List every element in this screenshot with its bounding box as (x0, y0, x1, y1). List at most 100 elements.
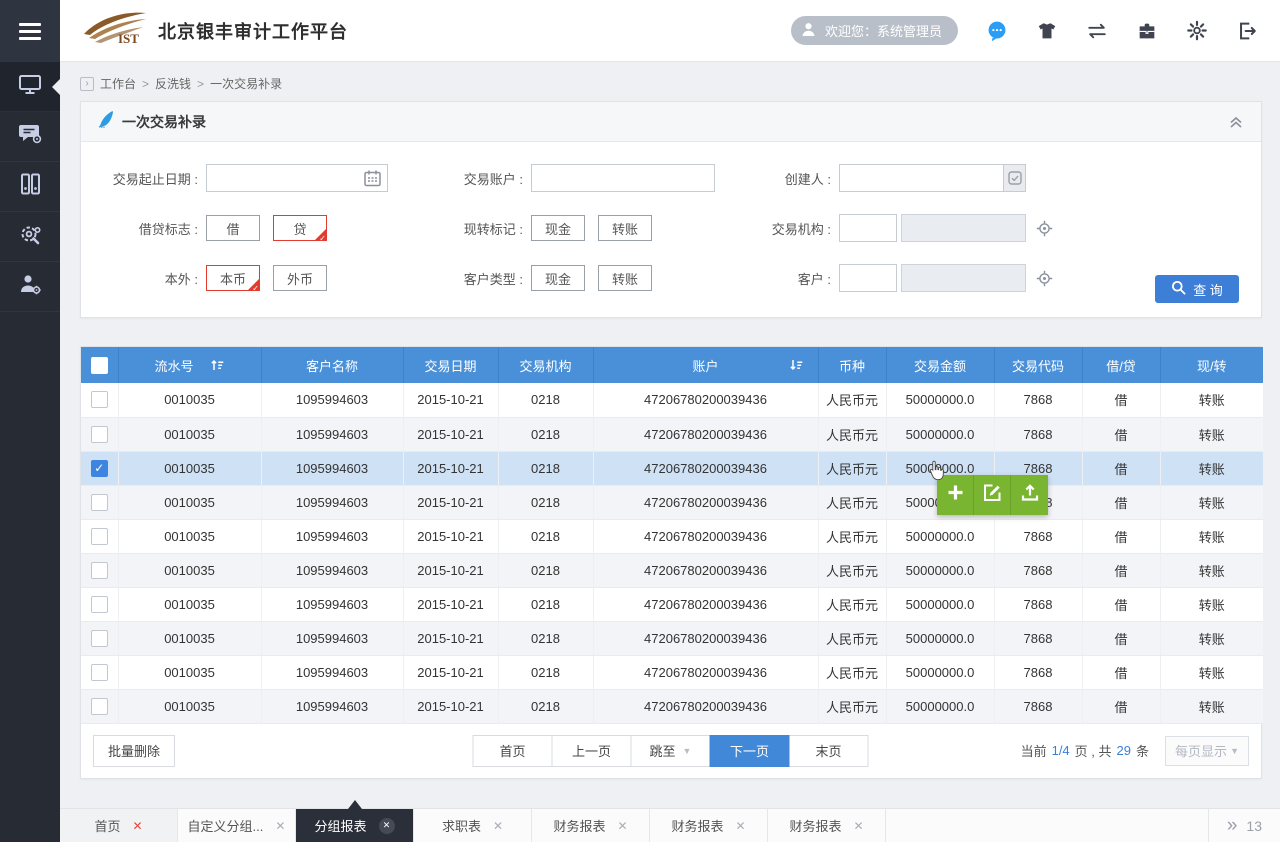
user-welcome-badge[interactable]: 欢迎您：系统管理员 (791, 16, 958, 45)
creator-input[interactable] (839, 164, 1004, 192)
tab-close-icon[interactable]: ✕ (132, 819, 142, 833)
collapse-chevrons-icon[interactable] (1227, 114, 1245, 130)
sort-descending-icon[interactable] (789, 358, 804, 372)
tab-分组报表[interactable]: 分组报表✕ (296, 809, 414, 842)
archive-binders-icon (18, 172, 42, 201)
batch-delete-button[interactable]: 批量删除 (93, 735, 175, 767)
first-page-button[interactable]: 首页 (473, 735, 553, 767)
feather-icon (97, 110, 114, 133)
row-checkbox[interactable] (91, 630, 108, 647)
edit-row-button[interactable] (974, 475, 1011, 515)
table-cell: 0010035 (118, 519, 261, 553)
table-row[interactable]: 001003510959946032015-10-210218472067802… (81, 689, 1263, 723)
table-cell: 47206780200039436 (593, 621, 818, 655)
select-all-checkbox[interactable] (91, 357, 108, 374)
tab-close-icon[interactable]: ✕ (617, 819, 627, 833)
row-checkbox[interactable] (91, 494, 108, 511)
sort-ascending-icon[interactable] (210, 358, 225, 372)
logout-icon[interactable] (1236, 20, 1258, 42)
date-range-input[interactable] (206, 164, 388, 192)
tab-close-icon[interactable]: ✕ (493, 819, 503, 833)
search-button[interactable]: 查 询 (1155, 275, 1239, 303)
customer-picker-crosshair-icon[interactable] (1036, 270, 1053, 287)
row-checkbox[interactable] (91, 698, 108, 715)
table-row[interactable]: 001003510959946032015-10-210218472067802… (81, 417, 1263, 451)
next-page-button[interactable]: 下一页 (710, 735, 790, 767)
trade-account-input[interactable] (531, 164, 715, 192)
table-cell: 人民币元 (818, 485, 886, 519)
org-picker-crosshair-icon[interactable] (1036, 220, 1053, 237)
breadcrumb-item-aml[interactable]: 反洗钱 (155, 75, 191, 92)
local-currency-toggle[interactable]: 本币✓ (206, 265, 260, 291)
sidebar-item-workspace[interactable] (0, 62, 60, 112)
table-row[interactable]: 001003510959946032015-10-210218472067802… (81, 655, 1263, 689)
upload-row-button[interactable] (1011, 475, 1048, 515)
customer-transfer-toggle[interactable]: 转账 (598, 265, 652, 291)
sidebar-item-user-management[interactable] (0, 262, 60, 312)
tab-财务报表[interactable]: 财务报表✕ (532, 809, 650, 842)
add-row-button[interactable] (937, 475, 974, 515)
tab-close-icon[interactable]: ✕ (275, 819, 285, 833)
table-row[interactable]: 001003510959946032015-10-210218472067802… (81, 621, 1263, 655)
table-row[interactable]: ✓001003510959946032015-10-21021847206780… (81, 451, 1263, 485)
calendar-icon[interactable] (363, 169, 382, 193)
column-header-2: 交易日期 (403, 347, 498, 383)
tab-财务报表[interactable]: 财务报表✕ (650, 809, 768, 842)
prev-page-button[interactable]: 上一页 (552, 735, 632, 767)
debit-toggle[interactable]: 借 (206, 215, 260, 241)
cash-toggle[interactable]: 现金 (531, 215, 585, 241)
tab-首页[interactable]: 首页✕ (60, 809, 178, 842)
tab-自定义分组[interactable]: 自定义分组...✕ (178, 809, 296, 842)
customer-cash-toggle[interactable]: 现金 (531, 265, 585, 291)
customer-code-input[interactable] (839, 264, 897, 292)
row-action-toolbar (937, 475, 1048, 515)
column-header-0[interactable]: 流水号 (118, 347, 261, 383)
chat-bubble-icon[interactable] (986, 20, 1008, 42)
breadcrumb-icon: › (80, 77, 94, 91)
row-checkbox[interactable] (91, 528, 108, 545)
user-avatar-icon (800, 21, 817, 41)
table-cell: 2015-10-21 (403, 519, 498, 553)
column-header-4[interactable]: 账户 (593, 347, 818, 383)
tab-overflow-button[interactable]: »13 (1208, 809, 1280, 842)
transfer-toggle[interactable]: 转账 (598, 215, 652, 241)
tab-求职表[interactable]: 求职表✕ (414, 809, 532, 842)
briefcase-icon[interactable] (1136, 20, 1158, 42)
sidebar-item-system-tools[interactable] (0, 212, 60, 262)
last-page-button[interactable]: 末页 (789, 735, 869, 767)
foreign-currency-toggle[interactable]: 外币 (273, 265, 327, 291)
debit-credit-label: 借贷标志 : (81, 219, 206, 238)
tab-财务报表[interactable]: 财务报表✕ (768, 809, 886, 842)
table-row[interactable]: 001003510959946032015-10-210218472067802… (81, 553, 1263, 587)
row-checkbox[interactable] (91, 562, 108, 579)
creator-check-button[interactable] (1004, 164, 1026, 192)
org-code-input[interactable] (839, 214, 897, 242)
row-checkbox[interactable] (91, 664, 108, 681)
per-page-select[interactable]: 每页显示 ▼ (1165, 736, 1249, 766)
table-row[interactable]: 001003510959946032015-10-210218472067802… (81, 519, 1263, 553)
settings-gear-icon[interactable] (1186, 20, 1208, 42)
credit-toggle[interactable]: 贷✓ (273, 215, 327, 241)
swap-arrows-icon[interactable] (1086, 20, 1108, 42)
row-checkbox[interactable] (91, 426, 108, 443)
row-checkbox[interactable]: ✓ (91, 460, 108, 477)
table-row[interactable]: 001003510959946032015-10-210218472067802… (81, 383, 1263, 417)
table-cell: 借 (1082, 417, 1160, 451)
row-checkbox[interactable] (91, 391, 108, 408)
sidebar-item-messages[interactable] (0, 112, 60, 162)
row-checkbox[interactable] (91, 596, 108, 613)
column-label: 流水号 (154, 356, 193, 375)
tab-close-icon[interactable]: ✕ (379, 818, 395, 834)
table-cell: 转账 (1160, 621, 1263, 655)
jump-to-button[interactable]: 跳至▼ (631, 735, 711, 767)
column-label: 交易日期 (424, 356, 476, 375)
tab-close-icon[interactable]: ✕ (735, 819, 745, 833)
breadcrumb-item-workbench[interactable]: 工作台 (100, 75, 136, 92)
table-row[interactable]: 001003510959946032015-10-210218472067802… (81, 485, 1263, 519)
menu-hamburger-icon[interactable] (0, 0, 60, 62)
table-cell: 50000000.0 (886, 417, 994, 451)
sidebar-item-archives[interactable] (0, 162, 60, 212)
theme-tshirt-icon[interactable] (1036, 20, 1058, 42)
tab-close-icon[interactable]: ✕ (853, 819, 863, 833)
table-row[interactable]: 001003510959946032015-10-210218472067802… (81, 587, 1263, 621)
